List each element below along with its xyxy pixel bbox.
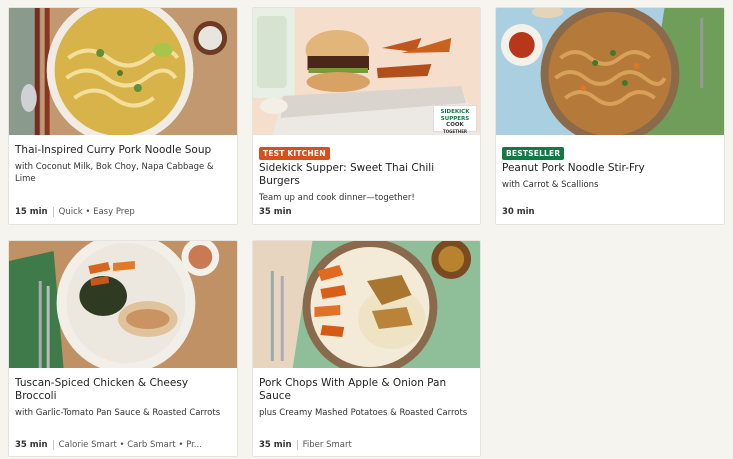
recipe-image[interactable] [253,241,480,368]
recipe-meta: 35 min Fiber Smart [259,440,352,450]
sidekick-suppers-logo: SIDEKICK SUPPERS COOK TOGETHER [433,105,477,134]
meta-divider [52,207,54,217]
recipe-title[interactable]: Tuscan-Spiced Chicken & Cheesy Broccoli [15,377,231,403]
meta-divider [52,440,54,450]
recipe-meta: 35 min [259,207,292,217]
recipe-subtitle: with Garlic-Tomato Pan Sauce & Roasted C… [15,408,221,418]
cook-time: 35 min [15,440,48,450]
recipe-card[interactable]: Pork Chops With Apple & Onion Pan Sauce … [252,240,481,457]
recipe-subtitle: with Coconut Milk, Bok Choy, Napa Cabbag… [15,162,214,184]
recipe-title[interactable]: Pork Chops With Apple & Onion Pan Sauce [259,377,474,403]
cook-time: 30 min [502,207,535,217]
recipe-image[interactable] [496,8,724,135]
cook-time: 35 min [259,440,292,450]
recipe-card[interactable]: BESTSELLER Peanut Pork Noodle Stir-Fry w… [495,7,725,225]
test-kitchen-badge: TEST KITCHEN [259,147,330,160]
recipe-meta: 35 min Calorie Smart • Carb Smart • Pr..… [15,440,202,450]
meta-divider [296,440,298,450]
recipe-tags: Quick • Easy Prep [58,207,135,217]
recipe-card[interactable]: Thai-Inspired Curry Pork Noodle Soup wit… [8,7,238,225]
recipe-title[interactable]: Peanut Pork Noodle Stir-Fry [502,162,718,175]
recipe-subtitle: plus Creamy Mashed Potatoes & Roasted Ca… [259,408,468,418]
recipe-meta: 30 min [502,207,535,217]
recipe-image[interactable] [9,8,237,135]
recipe-title[interactable]: Sidekick Supper: Sweet Thai Chili Burger… [259,162,474,188]
bestseller-badge: BESTSELLER [502,147,565,160]
recipe-card[interactable]: Tuscan-Spiced Chicken & Cheesy Broccoli … [8,240,238,457]
cook-time: 15 min [15,207,48,217]
recipe-image[interactable] [9,241,237,368]
recipe-tags: Calorie Smart • Carb Smart • Pr... [58,440,202,450]
recipe-subtitle: with Carrot & Scallions [502,180,599,190]
recipe-image[interactable]: SIDEKICK SUPPERS COOK TOGETHER [253,8,480,135]
recipe-tags: Fiber Smart [302,440,352,450]
recipe-card[interactable]: SIDEKICK SUPPERS COOK TOGETHER TEST KITC… [252,7,481,225]
recipe-subtitle: Team up and cook dinner—together! [259,193,415,203]
cook-time: 35 min [259,207,292,217]
recipe-title[interactable]: Thai-Inspired Curry Pork Noodle Soup [15,144,231,157]
recipe-meta: 15 min Quick • Easy Prep [15,207,135,217]
